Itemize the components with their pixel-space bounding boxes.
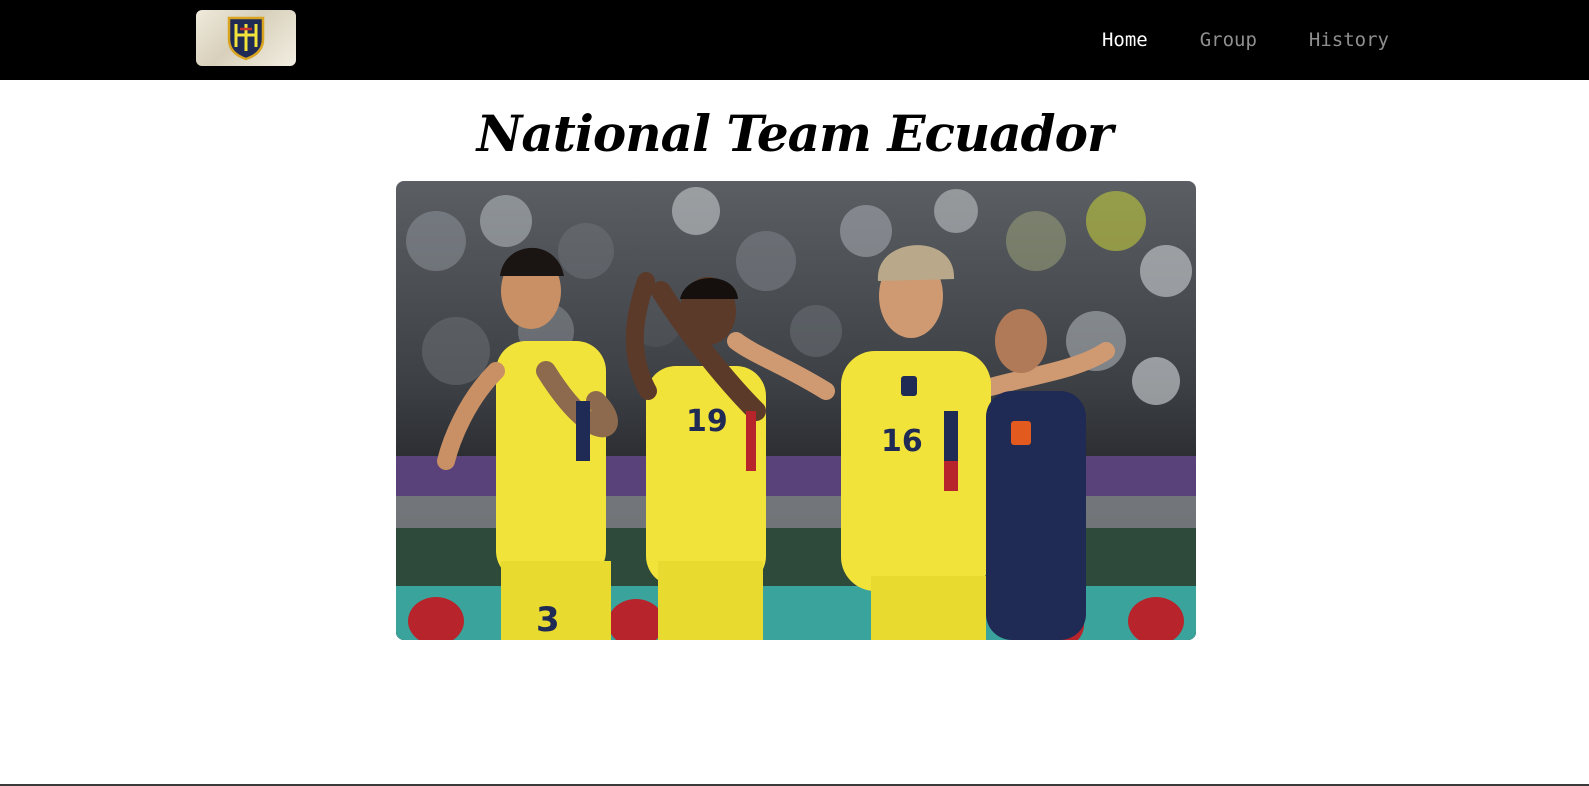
logo[interactable] <box>196 10 296 66</box>
navbar: Home Group History <box>0 0 1589 80</box>
hero-image: 3 19 16 <box>396 181 1196 640</box>
main-nav: Home Group History <box>1102 0 1389 80</box>
nav-history-link[interactable]: History <box>1309 29 1389 51</box>
jersey-number-19: 19 <box>686 404 728 439</box>
ecuador-crest-icon <box>227 16 265 61</box>
nav-group-link[interactable]: Group <box>1200 29 1257 51</box>
page-title: National Team Ecuador <box>476 104 1114 163</box>
nav-home-link[interactable]: Home <box>1102 29 1148 51</box>
jersey-number-3: 3 <box>536 600 560 640</box>
jersey-number-16: 16 <box>881 424 923 459</box>
